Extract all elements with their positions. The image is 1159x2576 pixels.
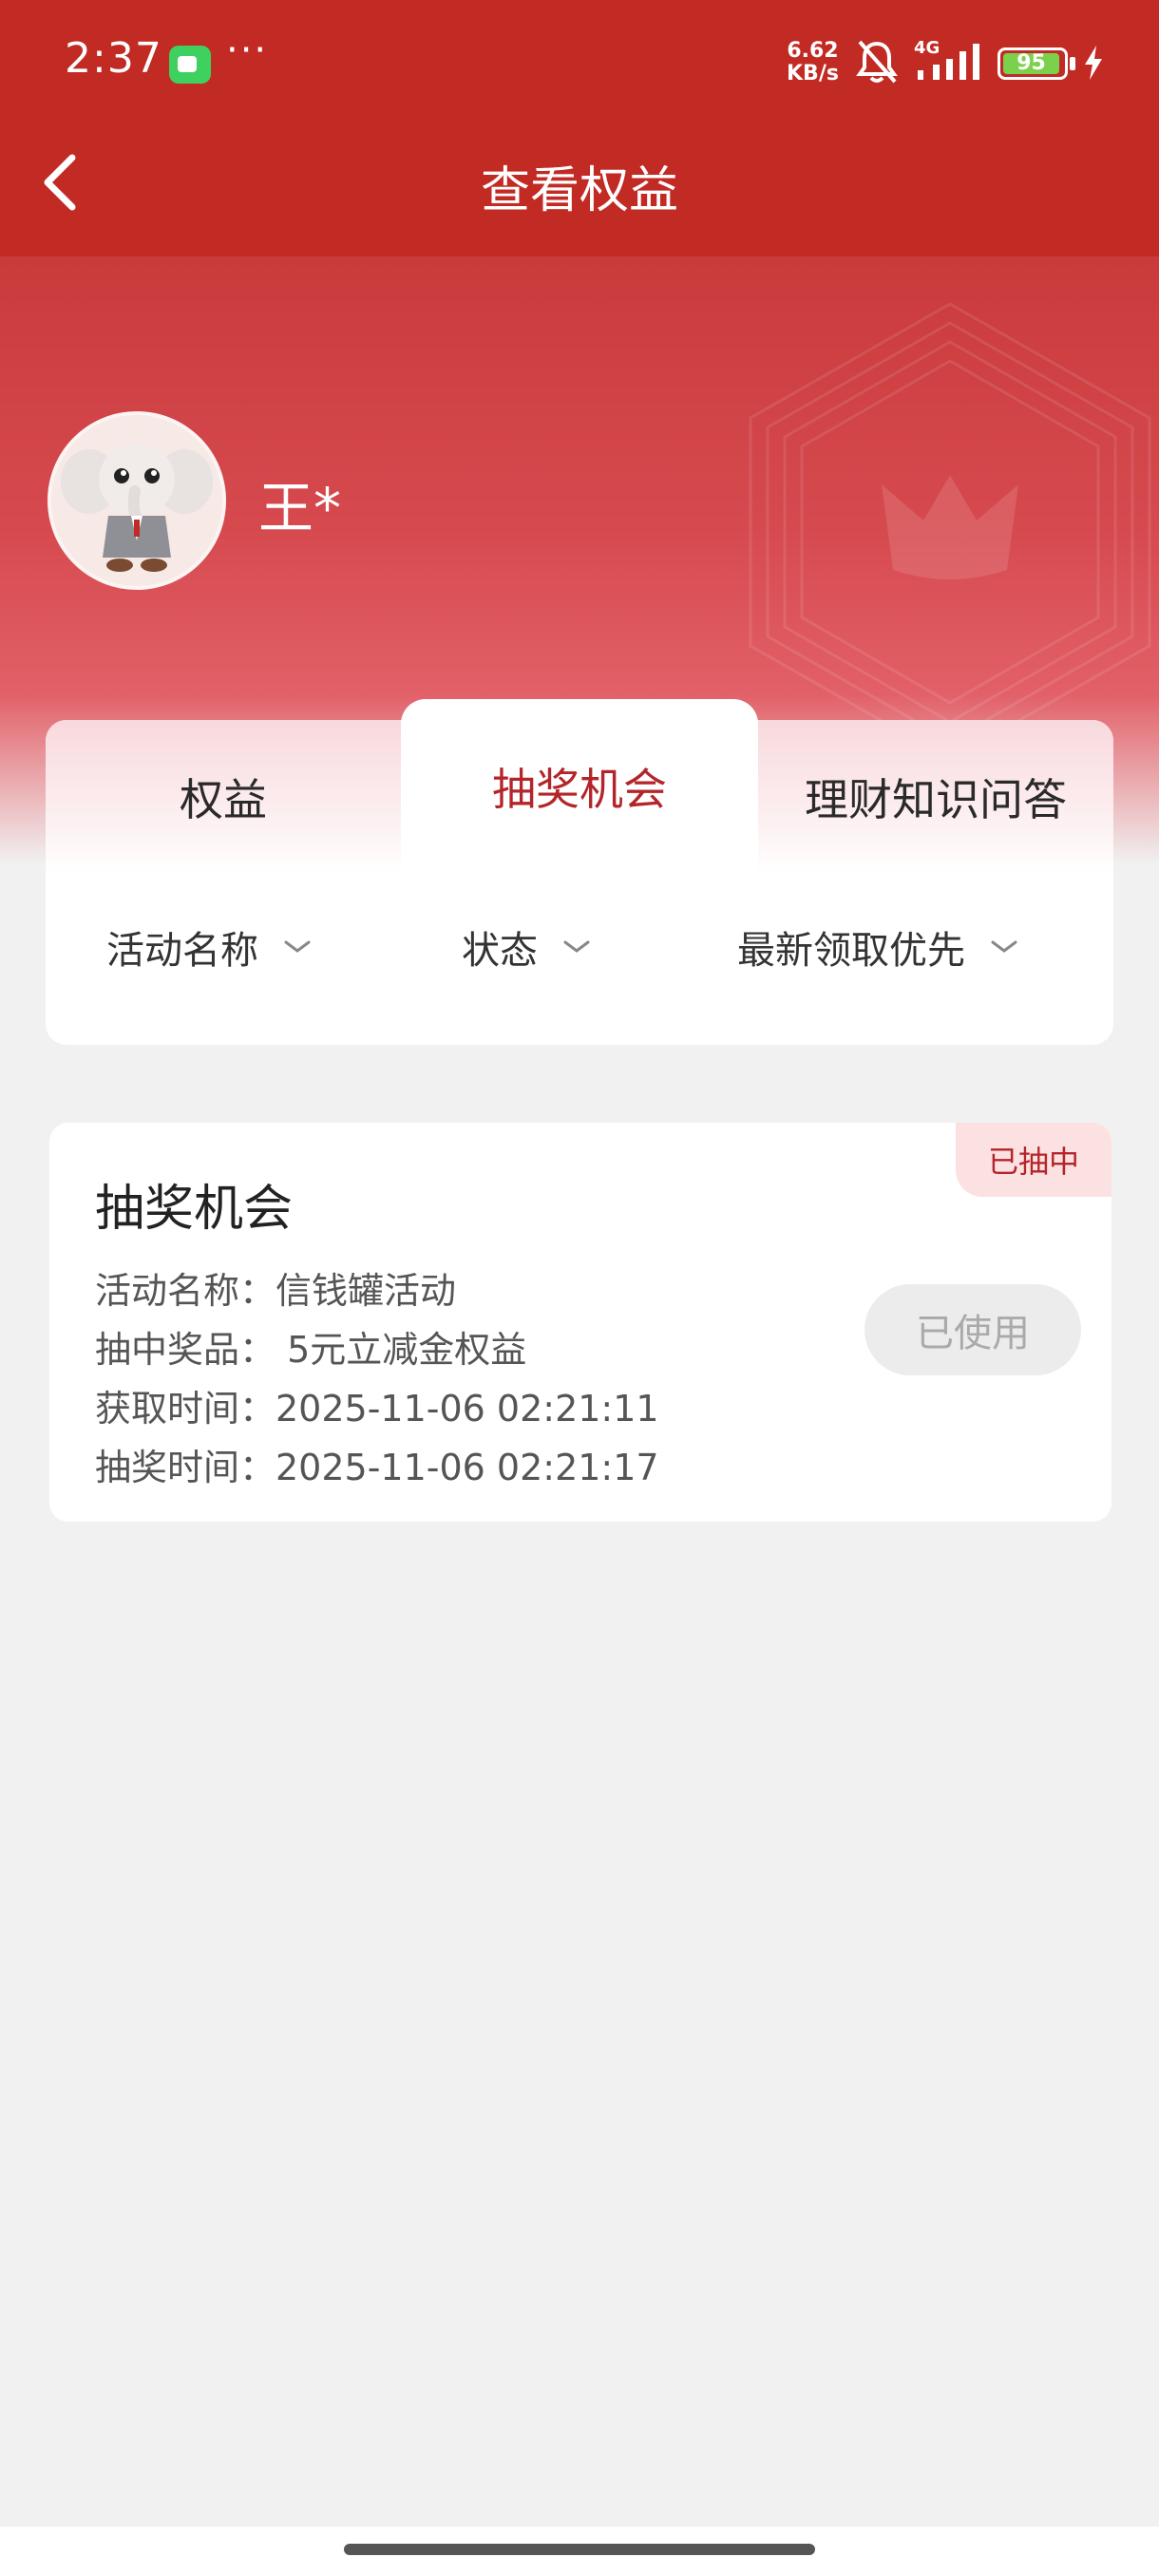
filter-activity-name[interactable]: 活动名称 [106, 919, 312, 975]
home-indicator[interactable] [344, 2544, 815, 2555]
tabs-card: 权益 抽奖机会 理财知识问答 活动名称 状态 最新领取优先 [46, 699, 1113, 1045]
detail-obtain-time: 获取时间：2025-11-06 02:21:11 [95, 1388, 659, 1430]
detail-prize: 抽中奖品： 5元立减金权益 [95, 1329, 527, 1371]
chat-app-icon [169, 46, 211, 84]
more-notifications-icon: ··· [226, 28, 269, 72]
card-title: 抽奖机会 [95, 1181, 294, 1238]
filter-activity-name-label: 活动名称 [106, 929, 258, 973]
net-speed: 6.62 KB/s [787, 40, 839, 85]
status-time: 2:37 [65, 34, 162, 83]
battery-tip [1070, 57, 1075, 70]
status-bar: 2:37 ··· 6.62 KB/s 4G 95 [0, 0, 1159, 123]
signal-icon: 4G [914, 38, 979, 80]
net-speed-value: 6.62 [787, 39, 839, 63]
battery-level: 95 [1003, 53, 1059, 74]
user-name: 王* [258, 476, 342, 540]
card-details: 活动名称：信钱罐活动 抽中奖品： 5元立减金权益 获取时间：2025-11-06… [95, 1261, 659, 1497]
battery-icon: 95 [998, 47, 1068, 80]
tab-finance-quiz[interactable]: 理财知识问答 [758, 720, 1113, 874]
status-badge: 已抽中 [956, 1123, 1112, 1197]
filter-bar: 活动名称 状态 最新领取优先 [46, 910, 1113, 986]
filter-status[interactable]: 状态 [462, 919, 591, 975]
used-button[interactable]: 已使用 [864, 1284, 1081, 1375]
crown-badge-decoration [749, 302, 1151, 762]
filter-sort-label: 最新领取优先 [737, 929, 965, 973]
net-speed-unit: KB/s [787, 62, 839, 85]
chevron-down-icon [991, 940, 1017, 953]
lottery-record-card: 已抽中 抽奖机会 活动名称：信钱罐活动 抽中奖品： 5元立减金权益 获取时间：2… [49, 1123, 1112, 1522]
bell-muted-icon [856, 40, 898, 84]
tab-benefits[interactable]: 权益 [46, 720, 401, 874]
chevron-down-icon [284, 940, 311, 953]
top-bar: 2:37 ··· 6.62 KB/s 4G 95 查看权益 [0, 0, 1159, 256]
page-title: 查看权益 [480, 162, 678, 219]
filter-status-label: 状态 [462, 929, 538, 973]
chevron-down-icon [563, 940, 590, 953]
detail-draw-time: 抽奖时间：2025-11-06 02:21:17 [95, 1447, 659, 1488]
charging-icon [1085, 46, 1102, 80]
filter-sort[interactable]: 最新领取优先 [737, 919, 1018, 975]
avatar [48, 411, 226, 590]
elephant-mascot-icon [61, 444, 213, 572]
tab-lottery-chances[interactable]: 抽奖机会 [401, 699, 758, 874]
signal-label: 4G [914, 38, 940, 58]
detail-activity-name: 活动名称：信钱罐活动 [95, 1270, 457, 1312]
